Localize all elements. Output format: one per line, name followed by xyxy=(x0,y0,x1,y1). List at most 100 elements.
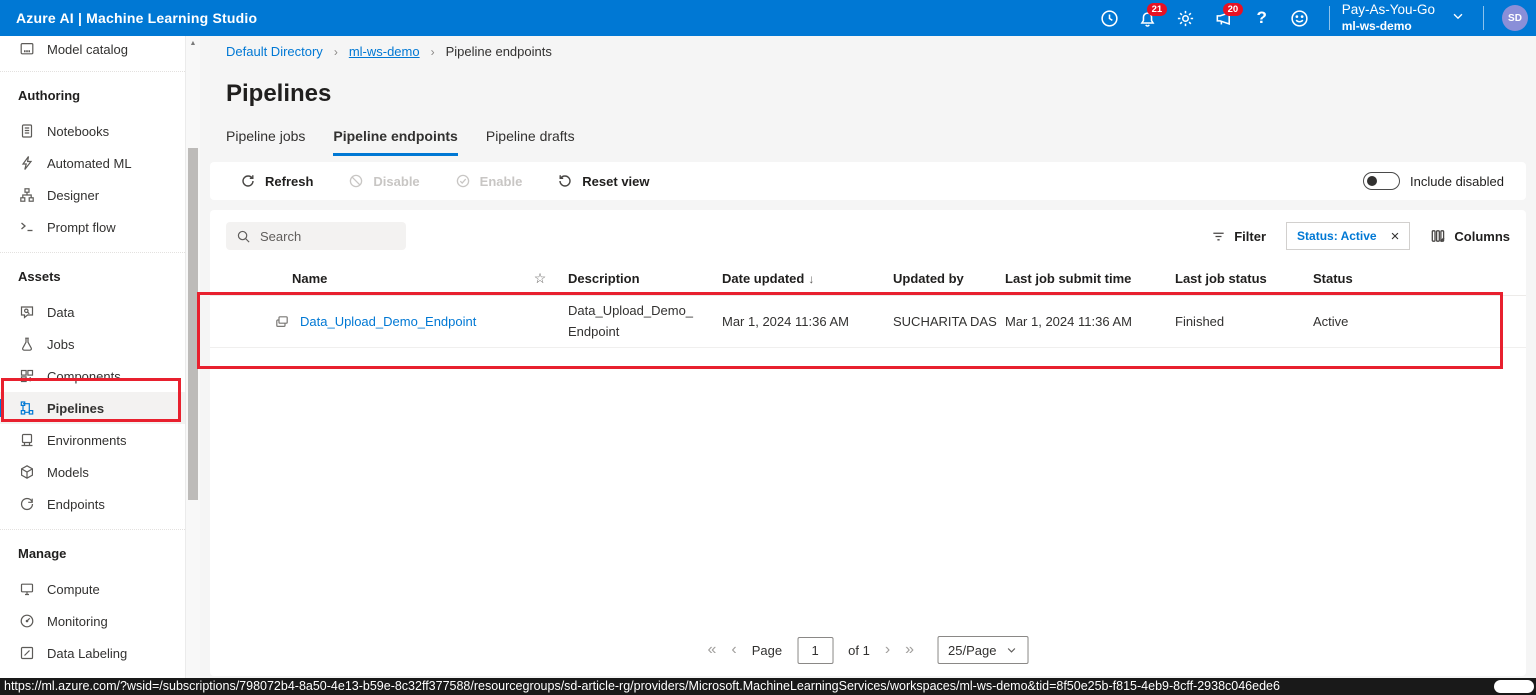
sidebar-item-prompt-flow[interactable]: Prompt flow xyxy=(0,211,185,243)
sidebar-item-monitoring[interactable]: Monitoring xyxy=(0,605,185,637)
prompt-flow-icon xyxy=(18,219,35,235)
help-icon[interactable]: ? xyxy=(1245,3,1279,33)
main-content: Default Directory › ml-ws-demo › Pipelin… xyxy=(200,36,1536,678)
breadcrumb-current: Pipeline endpoints xyxy=(445,44,552,59)
left-navigation: Model catalog Authoring Notebooks Automa… xyxy=(0,36,185,678)
chevron-down-icon xyxy=(1007,648,1016,653)
columns-label: Columns xyxy=(1454,228,1510,244)
top-app-bar: Azure AI | Machine Learning Studio 21 20… xyxy=(0,0,1536,36)
sidebar-item-designer[interactable]: Designer xyxy=(0,179,185,211)
scrollbar-up-arrow-icon[interactable]: ▲ xyxy=(186,36,200,52)
sidebar-item-compute[interactable]: Compute xyxy=(0,573,185,605)
models-icon xyxy=(18,464,35,480)
sidebar-scrollbar[interactable]: ▲ xyxy=(185,36,200,678)
sidebar-item-label: Data xyxy=(47,304,75,320)
whats-new-megaphone-icon[interactable]: 20 xyxy=(1207,3,1243,33)
clock-icon[interactable] xyxy=(1093,3,1127,33)
include-disabled-toggle[interactable] xyxy=(1363,172,1401,190)
sidebar-section-authoring: Authoring xyxy=(0,71,185,115)
tab-pipeline-endpoints[interactable]: Pipeline endpoints xyxy=(333,128,458,156)
previous-page-button[interactable]: ‹ xyxy=(731,642,736,658)
column-header-status[interactable]: Status xyxy=(1305,271,1526,286)
breadcrumb-separator-icon: › xyxy=(333,44,338,59)
topbar-divider xyxy=(1483,6,1484,30)
settings-gear-icon[interactable] xyxy=(1169,3,1203,33)
chip-close-icon[interactable]: × xyxy=(1391,228,1400,245)
enable-button[interactable]: Enable xyxy=(441,173,544,189)
disable-button[interactable]: Disable xyxy=(334,173,440,189)
search-input[interactable] xyxy=(260,228,390,244)
notifications-bell-icon[interactable]: 21 xyxy=(1131,3,1167,33)
column-header-last-job-status[interactable]: Last job status xyxy=(1167,271,1305,286)
sidebar-item-notebooks[interactable]: Notebooks xyxy=(0,115,185,147)
status-cell: Active xyxy=(1313,314,1349,329)
sidebar-item-pipelines[interactable]: Pipelines xyxy=(0,392,185,424)
sort-descending-icon: ↓ xyxy=(808,272,815,286)
sidebar-item-model-catalog[interactable]: Model catalog xyxy=(0,36,185,62)
sidebar-item-automated-ml[interactable]: Automated ML xyxy=(0,147,185,179)
sidebar-item-label: Prompt flow xyxy=(47,219,116,235)
sidebar-item-components[interactable]: Components xyxy=(0,360,185,392)
tab-pipeline-jobs[interactable]: Pipeline jobs xyxy=(226,128,305,156)
breadcrumb-directory-link[interactable]: Default Directory xyxy=(226,44,323,59)
page-size-dropdown[interactable]: 25/Page xyxy=(937,636,1029,664)
description-cell: Data_Upload_Demo_Endpoint xyxy=(568,303,694,339)
pipelines-icon xyxy=(18,400,35,416)
data-labeling-icon xyxy=(18,645,35,661)
sidebar-item-linked-services[interactable]: Linked Services PREVIEW xyxy=(0,669,185,679)
column-header-date-updated[interactable]: Date updated ↓ xyxy=(714,271,885,286)
sidebar-item-data[interactable]: Data xyxy=(0,296,185,328)
user-avatar[interactable]: SD xyxy=(1502,5,1528,31)
sidebar-item-environments[interactable]: Environments xyxy=(0,424,185,456)
compute-icon xyxy=(18,581,35,597)
subscription-name: Pay-As-You-Go xyxy=(1341,2,1435,18)
reset-view-button[interactable]: Reset view xyxy=(543,173,670,189)
reset-view-icon xyxy=(559,175,571,187)
sidebar-section-manage: Manage xyxy=(0,529,185,573)
topbar-divider xyxy=(1328,6,1330,30)
automated-ml-icon xyxy=(18,155,35,171)
search-box[interactable] xyxy=(226,222,406,250)
status-active-filter-chip[interactable]: Status: Active × xyxy=(1286,222,1411,250)
sidebar-item-models[interactable]: Models xyxy=(0,456,185,488)
endpoints-icon xyxy=(18,496,35,512)
page-title: Pipelines xyxy=(226,80,332,107)
pipeline-tabs: Pipeline jobs Pipeline endpoints Pipelin… xyxy=(226,128,575,156)
column-header-name[interactable]: Name xyxy=(226,271,520,286)
filter-button[interactable]: Filter xyxy=(1211,229,1266,244)
pagination: « ‹ Page of 1 › » 25/Page xyxy=(708,636,1029,664)
column-header-last-job-submit-time[interactable]: Last job submit time xyxy=(997,271,1167,286)
account-chevron-down-icon[interactable] xyxy=(1451,9,1465,28)
status-url: https://ml.azure.com/?wsid=/subscription… xyxy=(4,679,1280,693)
page-number-input[interactable] xyxy=(797,636,834,664)
app-title[interactable]: Azure AI | Machine Learning Studio xyxy=(0,10,257,26)
jobs-icon xyxy=(18,336,35,352)
refresh-button[interactable]: Refresh xyxy=(226,173,334,189)
columns-icon xyxy=(1432,230,1445,243)
feedback-smiley-icon[interactable] xyxy=(1283,3,1317,33)
last-page-button[interactable]: » xyxy=(905,642,914,658)
column-header-updated-by[interactable]: Updated by xyxy=(885,271,997,286)
column-header-description[interactable]: Description xyxy=(560,271,714,286)
enable-label: Enable xyxy=(479,173,523,189)
sidebar-item-jobs[interactable]: Jobs xyxy=(0,328,185,360)
columns-button[interactable]: Columns xyxy=(1430,228,1510,244)
endpoint-name-link[interactable]: Data_Upload_Demo_Endpoint xyxy=(300,314,476,329)
account-switcher[interactable]: Pay-As-You-Go ml-ws-demo xyxy=(1342,2,1435,34)
help-glyph: ? xyxy=(1256,8,1267,27)
sidebar-item-data-labeling[interactable]: Data Labeling xyxy=(0,637,185,669)
breadcrumb-workspace-link[interactable]: ml-ws-demo xyxy=(349,44,420,59)
toggle-knob xyxy=(1367,176,1378,186)
favorite-star-icon[interactable]: ☆ xyxy=(520,270,560,287)
sidebar-item-label: Components xyxy=(47,368,121,384)
sidebar-item-endpoints[interactable]: Endpoints xyxy=(0,488,185,520)
data-icon xyxy=(18,304,35,320)
search-icon xyxy=(237,230,250,243)
table-row[interactable]: Data_Upload_Demo_Endpoint Data_Upload_De… xyxy=(210,296,1526,348)
list-controls: Filter Status: Active × Columns xyxy=(210,210,1526,262)
next-page-button[interactable]: › xyxy=(885,642,890,658)
tab-pipeline-drafts[interactable]: Pipeline drafts xyxy=(486,128,575,156)
first-page-button[interactable]: « xyxy=(708,642,717,658)
scrollbar-thumb[interactable] xyxy=(188,148,198,500)
sidebar-item-label: Model catalog xyxy=(47,41,128,57)
